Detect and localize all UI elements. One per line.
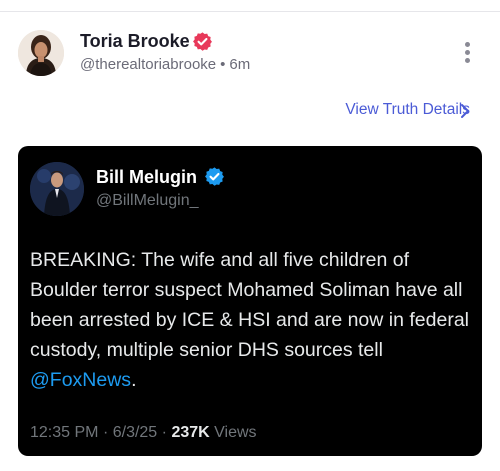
top-divider bbox=[0, 11, 500, 12]
embed-avatar[interactable] bbox=[30, 162, 84, 216]
embed-meta: 12:35 PM · 6/3/25 · 237K Views bbox=[30, 424, 257, 442]
meta-separator: · bbox=[102, 424, 109, 441]
chevron-right-icon[interactable] bbox=[460, 103, 470, 124]
meta-separator: • bbox=[220, 56, 226, 73]
views-label: Views bbox=[214, 424, 257, 441]
mention-link[interactable]: @FoxNews bbox=[30, 369, 131, 391]
verified-badge-icon bbox=[204, 166, 225, 192]
embed-time[interactable]: 12:35 PM bbox=[30, 424, 98, 441]
embed-author-name[interactable]: Bill Melugin bbox=[96, 167, 197, 188]
embedded-post-card[interactable]: Bill Melugin @BillMelugin_ BREAKING: The… bbox=[18, 146, 482, 456]
verified-badge-icon bbox=[192, 31, 213, 57]
view-truth-details-link[interactable]: View Truth Details bbox=[345, 101, 470, 119]
post-author-name[interactable]: Toria Brooke bbox=[80, 31, 190, 52]
more-options-button[interactable] bbox=[457, 42, 477, 68]
post-handle[interactable]: @therealtoriabrooke bbox=[80, 56, 216, 73]
avatar[interactable] bbox=[18, 30, 64, 76]
embed-text-body: BREAKING: The wife and all five children… bbox=[30, 249, 469, 361]
embed-text-end: . bbox=[131, 369, 137, 391]
post-time: 6m bbox=[229, 56, 251, 73]
embed-handle[interactable]: @BillMelugin_ bbox=[96, 192, 199, 210]
post-meta: @therealtoriabrooke • 6m bbox=[80, 56, 250, 73]
views-count: 237K bbox=[171, 424, 210, 441]
meta-separator: · bbox=[161, 424, 167, 441]
embed-date[interactable]: 6/3/25 bbox=[113, 424, 157, 441]
more-vertical-icon bbox=[464, 42, 470, 47]
embed-post-text: BREAKING: The wife and all five children… bbox=[30, 245, 478, 395]
